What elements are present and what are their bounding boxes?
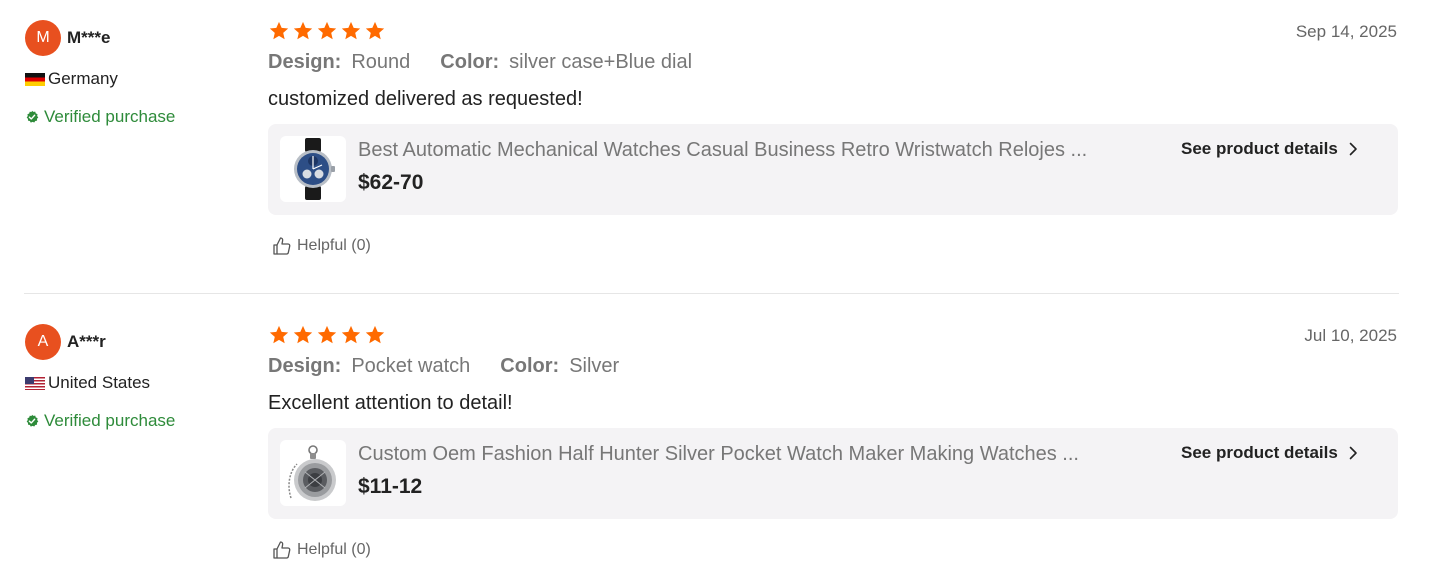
verified-badge: Verified purchase [25, 411, 175, 431]
helpful-button[interactable]: Helpful (0) [272, 236, 371, 256]
see-product-details-label: See product details [1181, 139, 1338, 158]
verified-label: Verified purchase [44, 107, 176, 126]
review-item: M M***e Germany Verified purchase Sep 14… [0, 0, 1451, 294]
star-icon [341, 325, 361, 344]
country-label: Germany [48, 69, 118, 88]
helpful-label: Helpful (0) [297, 237, 371, 254]
see-product-details-link[interactable]: See product details [1181, 443, 1360, 463]
reviewer-name: A***r [67, 332, 106, 351]
sku-value-design: Round [351, 51, 411, 73]
star-rating [268, 20, 386, 42]
reviewer-country: Germany [25, 69, 118, 89]
see-product-details-label: See product details [1181, 443, 1338, 462]
star-icon [365, 325, 385, 344]
country-label: United States [48, 373, 151, 392]
star-icon [269, 325, 289, 344]
product-thumbnail[interactable] [280, 136, 346, 202]
chevron-right-icon [1349, 446, 1357, 460]
product-thumbnail[interactable] [280, 440, 346, 506]
thumbs-up-icon [273, 237, 291, 255]
pocket-watch-icon [288, 445, 336, 501]
product-price: $62-70 [358, 171, 424, 194]
review-divider [24, 293, 1399, 294]
sku-key-design: Design: [268, 51, 342, 73]
chevron-right-icon [1349, 142, 1357, 156]
verified-label: Verified purchase [44, 411, 176, 430]
product-card[interactable]: Best Automatic Mechanical Watches Casual… [268, 124, 1398, 215]
avatar: A [25, 324, 61, 360]
star-icon [269, 21, 289, 40]
star-rating [268, 324, 386, 346]
review-date: Jul 10, 2025 [1304, 326, 1397, 345]
sku-key-design: Design: [268, 355, 342, 377]
star-icon [317, 21, 337, 40]
review-item: A A***r United States Verified purchase … [0, 304, 1451, 582]
reviewer-country: United States [25, 373, 150, 393]
star-icon [341, 21, 361, 40]
thumbs-up-icon [273, 541, 291, 559]
product-card[interactable]: Custom Oem Fashion Half Hunter Silver Po… [268, 428, 1398, 519]
star-icon [293, 325, 313, 344]
review-comment: customized delivered as requested! [268, 88, 583, 110]
review-comment: Excellent attention to detail! [268, 392, 513, 414]
verified-check-icon [26, 110, 39, 123]
verified-badge: Verified purchase [25, 107, 175, 127]
sku-info: Design: Pocket watch Color: Silver [268, 355, 649, 378]
sku-value-color: silver case+Blue dial [509, 51, 693, 73]
sku-key-color: Color: [440, 51, 500, 73]
sku-value-color: Silver [569, 355, 620, 377]
germany-flag-icon [25, 72, 45, 86]
star-icon [365, 21, 385, 40]
helpful-button[interactable]: Helpful (0) [272, 540, 371, 560]
us-flag-icon [25, 376, 45, 390]
star-icon [293, 21, 313, 40]
helpful-label: Helpful (0) [297, 541, 371, 558]
reviewer-name: M***e [67, 28, 111, 47]
sku-info: Design: Round Color: silver case+Blue di… [268, 51, 722, 74]
see-product-details-link[interactable]: See product details [1181, 139, 1360, 159]
product-price: $11-12 [358, 475, 423, 498]
verified-check-icon [26, 414, 39, 427]
sku-value-design: Pocket watch [351, 355, 471, 377]
avatar: M [25, 20, 61, 56]
star-icon [317, 325, 337, 344]
review-date: Sep 14, 2025 [1295, 22, 1397, 41]
wristwatch-icon [294, 138, 335, 200]
product-title[interactable]: Custom Oem Fashion Half Hunter Silver Po… [358, 443, 1168, 466]
product-title[interactable]: Best Automatic Mechanical Watches Casual… [358, 139, 1168, 162]
sku-key-color: Color: [500, 355, 560, 377]
